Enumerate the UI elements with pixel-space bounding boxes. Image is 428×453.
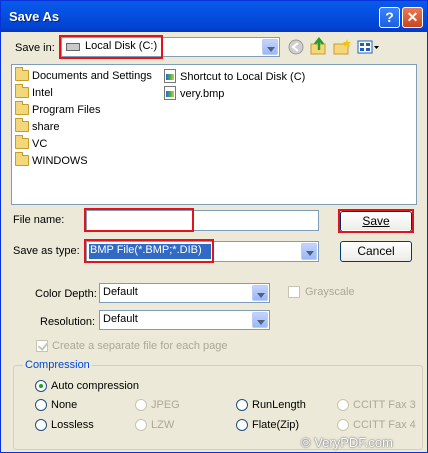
auto-compression-label: Auto compression [51, 380, 140, 392]
annotation-box-save-as-type [84, 239, 214, 263]
list-item[interactable]: VC [15, 135, 47, 152]
file-list[interactable]: Documents and Settings Intel Program Fil… [11, 64, 417, 205]
color-depth-combo[interactable]: Default [99, 283, 270, 303]
none-label: None [51, 399, 78, 411]
separate-file-checkbox[interactable] [36, 340, 48, 352]
annotation-box-save [338, 209, 414, 233]
resolution-value: Default [103, 313, 138, 325]
view-menu-icon[interactable] [356, 37, 380, 57]
runlength-radio[interactable] [236, 399, 248, 411]
list-item[interactable]: WINDOWS [15, 152, 88, 169]
save-as-type-dropdown-arrow[interactable] [301, 243, 317, 260]
shortcut-drive-icon [164, 69, 176, 83]
color-depth-dropdown-arrow[interactable] [252, 285, 268, 301]
cancel-button[interactable]: Cancel [340, 241, 412, 262]
ccitt-fax3-radio[interactable] [337, 399, 349, 411]
up-folder-icon[interactable] [309, 36, 329, 57]
color-depth-label: Color Depth: [35, 288, 97, 300]
flate-zip-label: Flate(Zip) [252, 419, 300, 431]
resolution-dropdown-arrow[interactable] [252, 312, 268, 328]
list-item[interactable]: Intel [15, 84, 53, 101]
list-item[interactable]: Shortcut to Local Disk (C) [164, 69, 305, 84]
save-in-label: Save in: [15, 42, 55, 54]
new-folder-icon[interactable] [332, 37, 352, 57]
verypdf-watermark: © VeryPDF.com [301, 435, 393, 450]
list-item[interactable]: Program Files [15, 101, 100, 118]
list-item[interactable]: share [15, 118, 60, 135]
save-in-dropdown-arrow[interactable] [262, 39, 278, 55]
help-button[interactable]: ? [379, 7, 400, 28]
dialog-title: Save As [9, 9, 60, 24]
auto-compression-radio[interactable] [35, 380, 47, 392]
separate-file-label: Create a separate file for each page [52, 340, 228, 352]
save-as-type-label: Save as type: [13, 245, 80, 257]
title-bar: Save As ? ✕ [1, 1, 427, 32]
ccitt-fax4-label: CCITT Fax 4 [353, 419, 416, 431]
lzw-label: LZW [151, 419, 175, 431]
folder-icon [15, 84, 29, 98]
jpeg-label: JPEG [151, 399, 180, 411]
list-item[interactable]: very.bmp [164, 86, 224, 101]
lossless-radio[interactable] [35, 419, 47, 431]
grayscale-checkbox[interactable] [288, 286, 300, 298]
resolution-combo[interactable]: Default [99, 310, 270, 330]
color-depth-value: Default [103, 286, 138, 298]
folder-icon [15, 135, 29, 149]
list-item[interactable]: Documents and Settings [15, 67, 152, 84]
file-name-label: File name: [13, 214, 65, 226]
folder-icon [15, 152, 29, 166]
lzw-radio[interactable] [135, 419, 147, 431]
none-radio[interactable] [35, 399, 47, 411]
lossless-label: Lossless [51, 419, 94, 431]
folder-icon [15, 118, 29, 132]
bitmap-file-icon [164, 86, 176, 100]
jpeg-radio[interactable] [135, 399, 147, 411]
runlength-label: RunLength [252, 399, 306, 411]
back-icon[interactable] [286, 37, 306, 57]
ccitt-fax3-label: CCITT Fax 3 [353, 399, 416, 411]
close-button[interactable]: ✕ [402, 7, 423, 28]
folder-icon [15, 101, 29, 115]
ccitt-fax4-radio[interactable] [337, 419, 349, 431]
save-as-dialog: Save As ? ✕ Save in: Local Disk (C:) Doc… [0, 0, 428, 453]
resolution-label: Resolution: [40, 316, 96, 328]
annotation-box-save-in [59, 35, 163, 59]
grayscale-label: Grayscale [305, 286, 355, 298]
annotation-box-file-name [84, 208, 194, 232]
compression-group-label: Compression [23, 359, 92, 371]
folder-icon [15, 67, 29, 81]
flate-zip-radio[interactable] [236, 419, 248, 431]
